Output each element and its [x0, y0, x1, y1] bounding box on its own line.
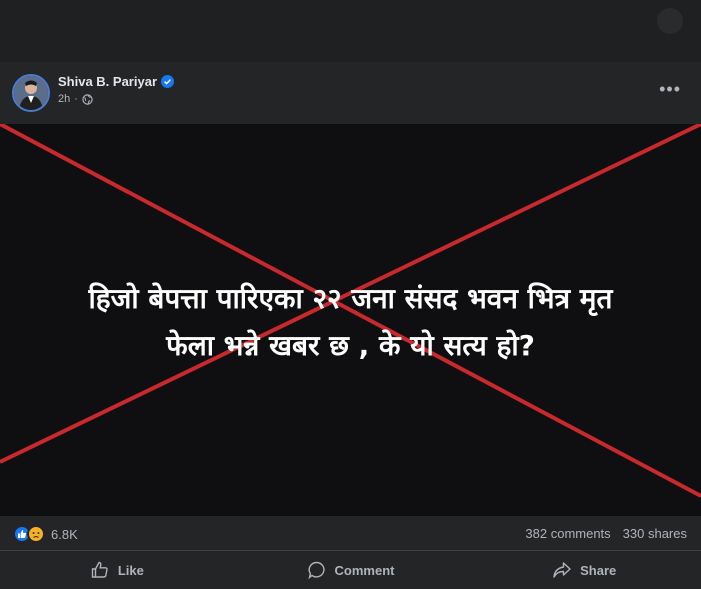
shares-count[interactable]: 330 shares [623, 526, 687, 541]
image-text-line-2: फेला भन्ने खबर छ , के यो सत्य हो? [166, 329, 535, 362]
globe-icon[interactable] [82, 93, 93, 105]
like-button[interactable]: Like [0, 551, 234, 589]
comments-count[interactable]: 382 comments [525, 526, 610, 541]
post-image[interactable]: हिजो बेपत्ता पारिएका २२ जना संसद भवन भित… [0, 124, 701, 516]
engagement-counts: 382 comments 330 shares [525, 526, 687, 541]
top-bar-button[interactable] [657, 8, 683, 34]
image-text-line-1: हिजो बेपत्ता पारिएका २२ जना संसद भवन भित… [88, 282, 613, 315]
post-stats: 6.8K 382 comments 330 shares [0, 516, 701, 551]
more-options-icon[interactable]: ••• [659, 80, 681, 98]
share-button[interactable]: Share [467, 551, 701, 589]
post-time[interactable]: 2h [58, 93, 70, 105]
top-bar [0, 0, 701, 62]
comment-button[interactable]: Comment [234, 551, 468, 589]
post-actions: Like Comment Share [0, 551, 701, 589]
author-row: Shiva B. Pariyar [58, 74, 174, 89]
post-card: Shiva B. Pariyar 2h · ••• हिजो बेपत्ता प… [0, 62, 701, 589]
thumbs-up-icon [90, 560, 110, 580]
reactions-summary[interactable]: 6.8K [13, 525, 78, 543]
meta-separator: · [74, 93, 78, 105]
like-label: Like [117, 562, 144, 578]
post-header: Shiva B. Pariyar 2h · ••• [0, 62, 701, 124]
avatar-image [14, 76, 48, 110]
verified-badge-icon [161, 75, 174, 88]
share-label: Share [580, 562, 617, 578]
avatar[interactable] [12, 74, 50, 112]
post-meta: 2h · [58, 93, 93, 105]
share-icon [552, 560, 572, 580]
sad-reaction-icon [27, 525, 45, 543]
reaction-count: 6.8K [51, 526, 78, 542]
comment-icon [307, 560, 327, 580]
comment-label: Comment [334, 562, 395, 578]
author-name[interactable]: Shiva B. Pariyar [58, 74, 157, 89]
